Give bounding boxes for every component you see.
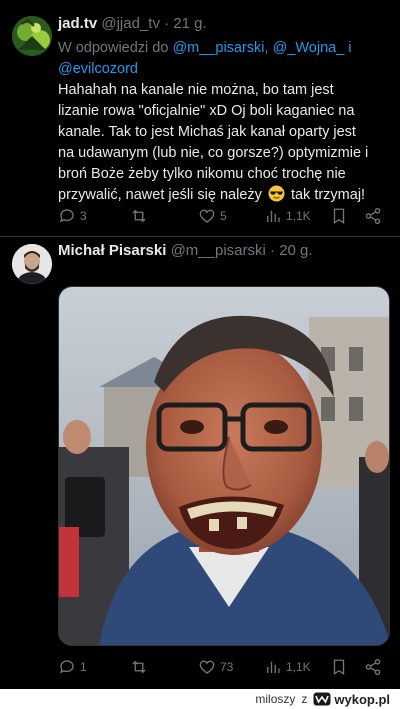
mention-link[interactable]: @_Wojna_ [273,40,345,56]
avatar-image [12,244,52,284]
views-button[interactable]: 1,1K [264,655,311,679]
uploader-name: miloszy [255,692,296,706]
text-line: broń Boże żeby tylko nikomu choć trochę … [58,166,346,182]
mention-link[interactable]: @m__pisarski [172,40,264,56]
retweet-button[interactable] [130,204,152,228]
retweet-button[interactable] [130,655,152,679]
tweet-jad-tv[interactable]: jad.tv @jjad_tv · 21 g. W odpowiedzi do … [0,0,400,236]
footer-separator: z [301,692,308,706]
wykop-logo: wykop.pl [313,692,390,707]
text-line: przywalić, nawet jeśli się należy [58,187,262,203]
retweet-icon [132,660,146,674]
wykop-logo-icon [313,692,331,706]
reply-count: 3 [80,209,87,223]
author-name[interactable]: jad.tv [58,15,97,32]
photo-image [59,287,389,645]
text-line: Hahahah na kanale nie można, bo tam jest [58,82,334,98]
text-tail: tak trzymaj! [290,187,366,203]
text-line: na udawanym (lub nie, co gorsze?) optymi… [58,145,369,161]
bookmark-icon [333,208,345,225]
mention-link[interactable]: @evilcozord [58,61,138,77]
avatar[interactable] [12,244,52,284]
views-icon [267,210,280,222]
like-button[interactable]: 5 [198,204,227,228]
author-name[interactable]: Michał Pisarski [58,242,166,259]
text-line: kanale. Tak to jest Michaś jak kanał opa… [58,124,356,140]
avatar-image [12,16,52,56]
views-icon [267,661,280,673]
tweet-photo[interactable] [58,286,390,646]
like-count: 73 [220,660,234,674]
bookmark-icon [333,659,345,676]
action-bar: 3 5 1,1K [58,204,386,228]
tweet-text: Hahahah na kanale nie można, bo tam jest… [58,80,394,209]
text-line: lizanie rowa "oficjalnie" xD Oj boli kag… [58,103,355,119]
reply-context: W odpowiedzi do @m__pisarski, @_Wojna_ i… [58,38,388,80]
avatar[interactable] [12,16,52,56]
heart-icon [199,660,215,674]
share-icon [365,207,381,225]
reply-icon [59,209,74,223]
bookmark-button[interactable] [330,655,348,679]
reply-icon [59,660,74,674]
dot-separator: · [270,242,280,259]
action-bar: 1 73 1,1K [58,655,386,679]
author-line: Michał Pisarski @m__pisarski · 20 g. [58,241,313,261]
author-line: jad.tv @jjad_tv · 21 g. [58,14,207,34]
reply-button[interactable]: 3 [58,204,87,228]
mention-joiner: i [344,40,352,56]
reply-prefix: W odpowiedzi do [58,40,169,56]
views-count: 1,1K [286,660,311,674]
share-button[interactable] [364,655,382,679]
dot-separator: · [164,15,174,32]
timestamp[interactable]: 20 g. [279,242,312,259]
timestamp[interactable]: 21 g. [173,15,206,32]
share-button[interactable] [364,204,382,228]
reply-button[interactable]: 1 [58,655,87,679]
reply-count: 1 [80,660,87,674]
views-count: 1,1K [286,209,311,223]
tweet-michal-pisarski[interactable]: Michał Pisarski @m__pisarski · 20 g. 1 7… [0,236,400,689]
views-button[interactable]: 1,1K [264,204,311,228]
like-button[interactable]: 73 [198,655,233,679]
wykop-footer: miloszy z wykop.pl [0,689,400,709]
bookmark-button[interactable] [330,204,348,228]
share-icon [365,658,381,676]
wykop-brand: wykop.pl [334,691,390,707]
like-count: 5 [220,209,227,223]
retweet-icon [132,209,146,223]
author-handle[interactable]: @jjad_tv [101,15,160,32]
author-handle[interactable]: @m__pisarski [171,242,266,259]
mention-joiner: , [264,40,273,56]
heart-icon [199,209,215,223]
